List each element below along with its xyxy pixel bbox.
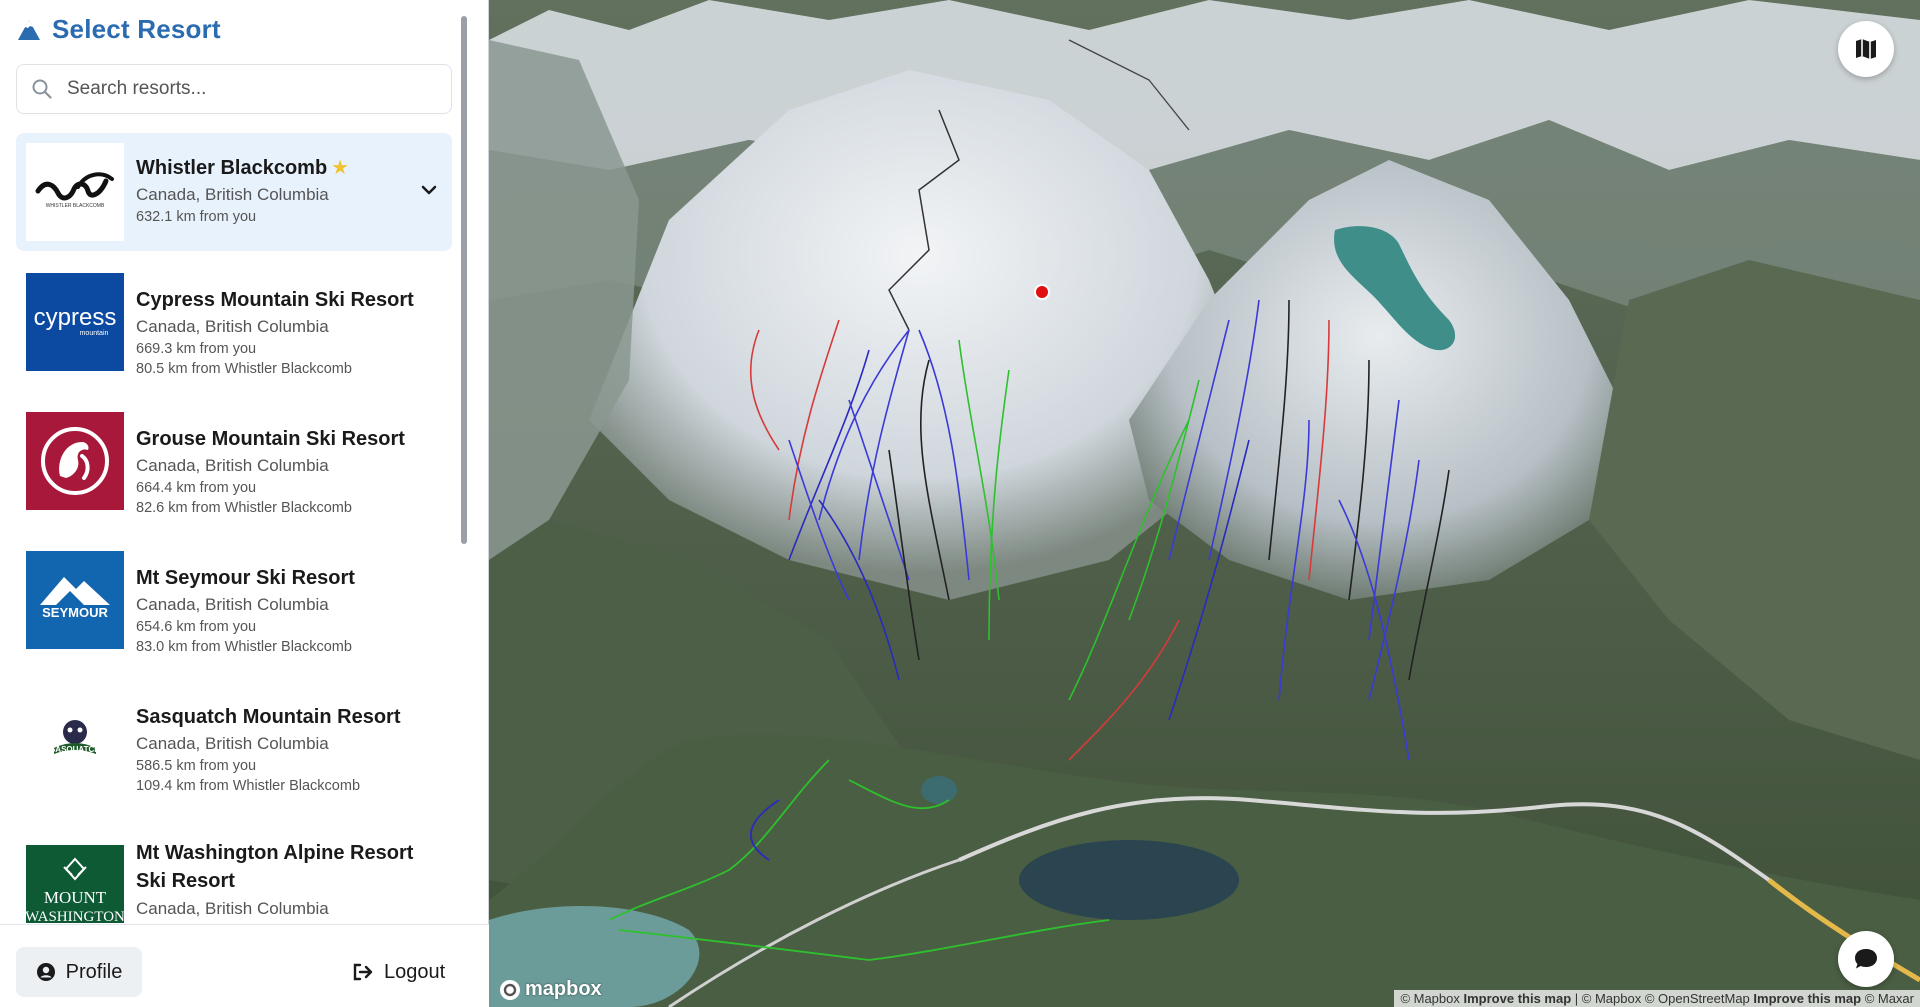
attribution-osm: | © Mapbox © OpenStreetMap <box>1575 991 1750 1006</box>
resort-distance-you: 654.6 km from you <box>136 617 355 637</box>
mountain-icon <box>16 18 42 42</box>
resort-item-seymour[interactable]: SEYMOUR Mt Seymour Ski Resort Canada, Br… <box>16 541 452 680</box>
resort-distance-you: 586.5 km from you <box>136 756 400 776</box>
resort-name: Sasquatch Mountain Resort <box>136 704 400 730</box>
sasquatch-logo-icon: SASQUATCH <box>26 690 124 788</box>
logout-button[interactable]: Logout <box>352 947 462 997</box>
resort-distance-ref: 83.0 km from Whistler Blackcomb <box>136 637 355 657</box>
whistler-logo-icon: WHISTLER BLACKCOMB <box>26 143 124 241</box>
resort-item-mt-washington[interactable]: MOUNT WASHINGTON Mt Washington Alpine Re… <box>16 819 452 923</box>
resort-region: Canada, British Columbia <box>136 315 414 339</box>
resort-name: Mt Seymour Ski Resort <box>136 565 355 591</box>
user-circle-icon <box>36 962 56 982</box>
grouse-logo-icon <box>26 412 124 510</box>
location-marker[interactable] <box>1035 285 1049 299</box>
resort-item-sasquatch[interactable]: SASQUATCH Sasquatch Mountain Resort Cana… <box>16 680 452 819</box>
map-icon <box>1854 38 1878 60</box>
resort-logo <box>26 412 124 510</box>
mapbox-logo[interactable]: mapbox <box>499 978 602 1001</box>
resort-item-grouse[interactable]: Grouse Mountain Ski Resort Canada, Briti… <box>16 402 452 541</box>
map-style-button[interactable] <box>1838 21 1894 77</box>
washington-logo-icon: MOUNT WASHINGTON <box>26 845 124 923</box>
resort-region: Canada, British Columbia <box>136 454 405 478</box>
resort-item-cypress[interactable]: cypress mountain Cypress Mountain Ski Re… <box>16 263 452 402</box>
search-box[interactable] <box>16 64 452 114</box>
mapbox-brand: mapbox <box>525 978 602 1001</box>
chevron-down-icon[interactable] <box>418 179 440 201</box>
chat-button[interactable] <box>1838 931 1894 987</box>
svg-text:SEYMOUR: SEYMOUR <box>42 605 108 620</box>
search-input[interactable] <box>67 78 427 100</box>
resort-region: Canada, British Columbia <box>136 732 400 756</box>
svg-text:mountain: mountain <box>80 330 109 337</box>
resort-logo: cypress mountain <box>26 273 124 371</box>
resort-distance-you: 669.3 km from you <box>136 339 414 359</box>
map-view[interactable]: mapbox © Mapbox Improve this map | © Map… <box>489 0 1920 1007</box>
resort-distance-you: 664.4 km from you <box>136 478 405 498</box>
resort-logo: MOUNT WASHINGTON <box>26 845 124 923</box>
svg-text:MOUNT: MOUNT <box>44 888 107 907</box>
terrain-map[interactable] <box>489 0 1920 1007</box>
resort-distance-you: 632.1 km from you <box>136 207 349 227</box>
resort-sidebar: Select Resort WHISTLER BLACKCOMB Whistle… <box>0 0 489 1007</box>
profile-button[interactable]: Profile <box>16 947 142 997</box>
attribution-mapbox: © Mapbox <box>1400 991 1459 1006</box>
search-icon <box>31 78 53 100</box>
chat-bubble-icon <box>1853 947 1879 971</box>
logout-label: Logout <box>384 961 445 984</box>
map-attribution: © Mapbox Improve this map | © Mapbox © O… <box>1394 990 1920 1007</box>
resort-region: Canada, British Columbia <box>136 593 355 617</box>
page-title: Select Resort <box>52 14 221 45</box>
resort-logo: SASQUATCH <box>26 690 124 788</box>
sidebar-scrollbar[interactable] <box>461 16 467 544</box>
cypress-logo-icon: cypress mountain <box>26 273 124 371</box>
star-icon: ★ <box>331 157 349 179</box>
resort-logo: WHISTLER BLACKCOMB <box>26 143 124 241</box>
attribution-maxar: © Maxar <box>1865 991 1914 1006</box>
resort-distance-ref: 80.5 km from Whistler Blackcomb <box>136 359 414 379</box>
resort-region: Canada, British Columbia <box>136 897 436 921</box>
resort-name: Cypress Mountain Ski Resort <box>136 287 414 313</box>
svg-text:WHISTLER BLACKCOMB: WHISTLER BLACKCOMB <box>46 203 105 209</box>
improve-map-link[interactable]: Improve this map <box>1464 991 1572 1006</box>
sidebar-header: Select Resort <box>16 14 221 45</box>
svg-text:cypress: cypress <box>34 304 117 331</box>
svg-text:SASQUATCH: SASQUATCH <box>50 745 100 754</box>
resort-item-whistler-blackcomb[interactable]: WHISTLER BLACKCOMB Whistler Blackcomb★ C… <box>16 133 452 251</box>
resort-distance-ref: 109.4 km from Whistler Blackcomb <box>136 776 400 796</box>
improve-map-link-2[interactable]: Improve this map <box>1753 991 1861 1006</box>
resort-region: Canada, British Columbia <box>136 183 349 207</box>
svg-text:WASHINGTON: WASHINGTON <box>26 909 124 923</box>
seymour-logo-icon: SEYMOUR <box>26 551 124 649</box>
logout-icon <box>352 962 374 982</box>
resort-logo: SEYMOUR <box>26 551 124 649</box>
sidebar-footer: Profile Logout <box>0 924 489 1007</box>
profile-label: Profile <box>66 961 123 984</box>
resort-list: WHISTLER BLACKCOMB Whistler Blackcomb★ C… <box>16 133 452 923</box>
mapbox-icon <box>499 979 521 1001</box>
resort-distance-ref: 82.6 km from Whistler Blackcomb <box>136 498 405 518</box>
resort-name: Whistler Blackcomb <box>136 157 327 179</box>
resort-name: Grouse Mountain Ski Resort <box>136 426 405 452</box>
resort-name: Mt Washington Alpine Resort Ski Resort <box>136 839 436 895</box>
